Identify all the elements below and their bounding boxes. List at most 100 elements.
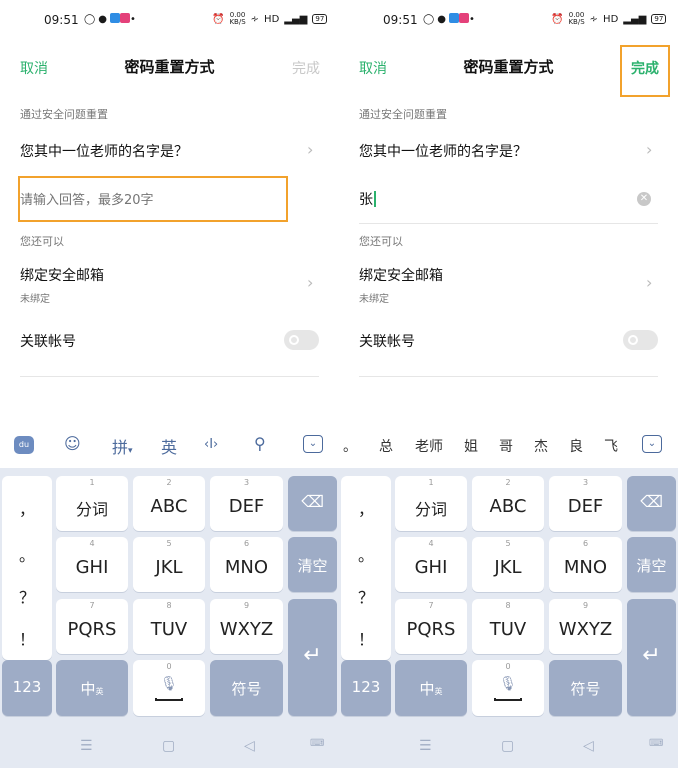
key-2[interactable]: 2 ABC [133,476,205,531]
keyboard-hide-icon[interactable]: ⌨ [649,738,663,749]
candidate-word[interactable]: 老师 [415,436,443,456]
key-label: JKL [155,557,183,578]
back-icon[interactable]: ◁ [244,738,255,754]
num-mode-key[interactable]: 123 [2,660,52,716]
bind-email-label[interactable]: 绑定安全邮箱 [20,265,104,285]
more-dot-icon: • [129,14,139,25]
lang-switch-key[interactable]: 中英 [395,660,467,716]
key-num: 7 [89,601,95,610]
security-question[interactable]: 您其中一位老师的名字是？ [359,141,527,161]
bind-email-status: 未绑定 [359,294,389,305]
symbol-key[interactable]: 符号 [210,660,283,716]
punct-period[interactable]: 。 [2,542,52,566]
menu-icon[interactable]: ☰ [419,738,432,754]
expand-candidates-icon[interactable]: ⌄ [642,435,662,453]
lang-switch-key[interactable]: 中英 [56,660,128,716]
punct-question[interactable]: ？ [341,584,391,608]
space-voice-key[interactable]: 0 🎙 [133,660,205,716]
backspace-button[interactable]: ⌫ [288,476,337,531]
punct-comma[interactable]: ， [2,496,52,520]
divider [359,223,658,224]
clear-key[interactable]: 清空 [627,537,676,592]
back-icon[interactable]: ◁ [583,738,594,754]
key-5[interactable]: 5 JKL [472,537,544,592]
candidate-word[interactable]: 良 [569,436,583,456]
candidate-word[interactable]: 。 [343,436,357,456]
key-3[interactable]: 3 DEF [210,476,283,531]
signal-icon: ▂▄▆ [623,13,647,25]
key-num: 3 [582,478,589,487]
punctuation-column[interactable]: ， 。 ？ ！ [2,476,52,660]
candidate-word[interactable]: 哥 [499,436,513,456]
clear-label: 清空 [636,557,667,575]
pinyin-mode-button[interactable]: 拼▾ [112,434,133,458]
hd-label: HD [603,13,619,25]
hd-label: HD [264,13,280,25]
clear-key[interactable]: 清空 [288,537,337,592]
punct-comma[interactable]: ， [341,496,391,520]
key-8[interactable]: 8 TUV [133,599,205,654]
key-2[interactable]: 2 ABC [472,476,544,531]
enter-icon: ↵ [642,643,661,668]
key-8[interactable]: 8 TUV [472,599,544,654]
key-7[interactable]: 7 PQRS [395,599,467,654]
punctuation-column[interactable]: ， 。 ？ ！ [341,476,391,660]
search-icon[interactable]: ⚲ [254,434,266,453]
home-icon[interactable]: ▢ [162,738,175,754]
cursor-move-icon[interactable]: ‹I› [204,437,218,452]
punct-exclaim[interactable]: ！ [341,626,391,650]
key-label: TUV [489,619,527,640]
punct-question[interactable]: ？ [2,584,52,608]
key-4[interactable]: 4 GHI [395,537,467,592]
key-6[interactable]: 6 MNO [549,537,622,592]
key-9[interactable]: 9 WXYZ [210,599,283,654]
punct-exclaim[interactable]: ！ [2,626,52,650]
ime-logo-icon[interactable]: du [14,436,34,454]
more-dot-icon: • [468,14,478,25]
keyboard: ， 。 ？ ！ 1 分词 2 ABC 3 DEF ⌫ 4 GHI 5 JKL 6 MNO 清… [0,468,339,724]
space-bar-icon [155,698,183,701]
menu-icon[interactable]: ☰ [80,738,93,754]
cancel-button[interactable]: 取消 [359,58,387,78]
key-5[interactable]: 5 JKL [133,537,205,592]
alarm-icon: ⏰ [551,13,564,25]
network-speed: 0.00 KB/S [568,12,584,26]
keyboard-hide-icon[interactable]: ⌨ [310,738,324,749]
wechat-icon: ● [437,14,449,25]
candidate-word[interactable]: 杰 [534,436,548,456]
clear-input-icon[interactable]: ✕ [637,192,651,206]
key-1[interactable]: 1 分词 [395,476,467,531]
key-3[interactable]: 3 DEF [549,476,622,531]
home-icon[interactable]: ▢ [501,738,514,754]
enter-button[interactable]: ↵ [627,599,676,716]
key-label: ABC [489,496,527,517]
key-1[interactable]: 1 分词 [56,476,128,531]
wechat-icon: ● [98,14,110,25]
backspace-button[interactable]: ⌫ [627,476,676,531]
num-mode-key[interactable]: 123 [341,660,391,716]
candidate-word[interactable]: 姐 [464,436,478,456]
security-question[interactable]: 您其中一位老师的名字是？ [20,141,188,161]
symbol-key[interactable]: 符号 [549,660,622,716]
space-voice-key[interactable]: 0 🎙 [472,660,544,716]
emoji-icon[interactable]: ☺ [64,434,81,453]
candidate-word[interactable]: 飞 [604,436,618,456]
answer-input-filled[interactable]: 张 [359,189,376,209]
key-4[interactable]: 4 GHI [56,537,128,592]
app-pink-icon [458,13,469,23]
candidate-word[interactable]: 总 [379,436,393,456]
battery-icon: 97 [651,14,667,24]
key-9[interactable]: 9 WXYZ [549,599,622,654]
link-account-toggle[interactable] [623,330,658,350]
enter-button[interactable]: ↵ [288,599,337,716]
english-mode-button[interactable]: 英 [161,434,177,458]
typed-answer: 张 [359,192,373,208]
punct-period[interactable]: 。 [341,542,391,566]
link-account-toggle[interactable] [284,330,319,350]
cancel-button[interactable]: 取消 [20,58,48,78]
done-button-disabled[interactable]: 完成 [292,58,320,78]
bind-email-label[interactable]: 绑定安全邮箱 [359,265,443,285]
key-7[interactable]: 7 PQRS [56,599,128,654]
key-6[interactable]: 6 MNO [210,537,283,592]
collapse-keyboard-icon[interactable]: ⌄ [303,435,323,453]
